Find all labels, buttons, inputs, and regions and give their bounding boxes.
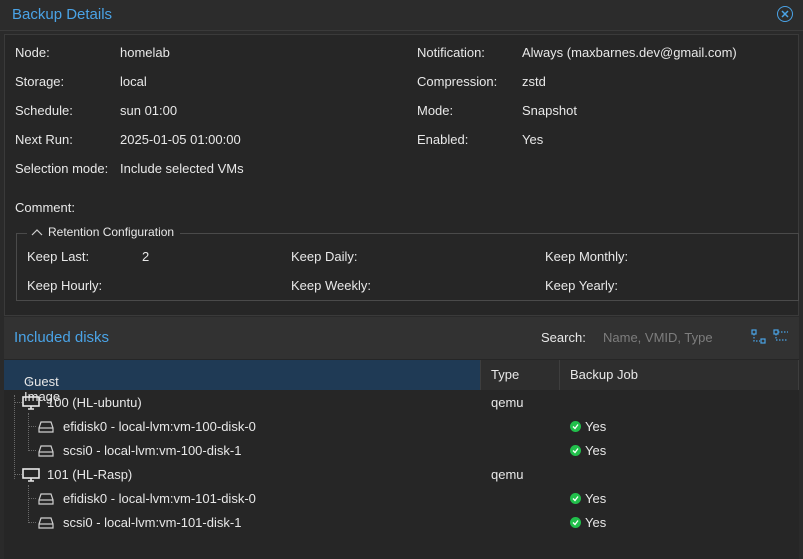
table-row-disk[interactable]: efidisk0 - local-lvm:vm-100-disk-0 Yes xyxy=(4,415,799,439)
expand-all-button[interactable] xyxy=(751,328,769,346)
schedule-label: Schedule: xyxy=(15,103,73,118)
disk-icon xyxy=(38,493,54,505)
column-header-label: Backup Job xyxy=(570,367,638,382)
next-run-label: Next Run: xyxy=(15,132,73,147)
guest-type: qemu xyxy=(491,395,524,410)
selection-mode-label: Selection mode: xyxy=(15,161,109,176)
column-header-guest-image[interactable]: Guest Image ↑ xyxy=(4,360,481,404)
mode-label: Mode: xyxy=(417,103,454,118)
enabled-value: Yes xyxy=(522,132,544,147)
table-row-vm-100[interactable]: 100 (HL-ubuntu) qemu xyxy=(4,391,799,415)
monitor-icon xyxy=(22,468,40,482)
table-row-disk[interactable]: scsi0 - local-lvm:vm-100-disk-1 Yes xyxy=(4,439,799,463)
keep-monthly-label: Keep Monthly: xyxy=(545,249,629,264)
close-button[interactable] xyxy=(777,6,793,22)
backup-job-label: Yes xyxy=(585,491,607,506)
collapse-all-button[interactable] xyxy=(773,328,791,346)
table-row-disk[interactable]: efidisk0 - local-lvm:vm-101-disk-0 Yes xyxy=(4,487,799,511)
check-icon xyxy=(570,445,581,456)
backup-details-panel: Node: homelab Storage: local Schedule: s… xyxy=(4,34,799,316)
column-header-label: Type xyxy=(491,367,520,382)
table-row-disk[interactable]: scsi0 - local-lvm:vm-101-disk-1 Yes xyxy=(4,511,799,535)
backup-job-label: Yes xyxy=(585,515,607,530)
guest-image-name: scsi0 - local-lvm:vm-100-disk-1 xyxy=(63,443,242,458)
collapse-icon xyxy=(31,229,43,236)
grid-toolbar: Included disks Search: xyxy=(4,317,799,359)
sort-asc-icon: ↑ xyxy=(26,374,33,389)
backup-job-status: Yes xyxy=(570,419,606,434)
schedule-value: sun 01:00 xyxy=(120,103,178,118)
backup-job-status: Yes xyxy=(570,491,606,506)
search-label: Search: xyxy=(541,330,586,345)
check-icon xyxy=(570,517,581,528)
check-icon xyxy=(570,421,581,432)
backup-job-label: Yes xyxy=(585,443,607,458)
node-label: Node: xyxy=(15,45,50,60)
backup-job-label: Yes xyxy=(585,419,607,434)
keep-last-value: 2 xyxy=(142,249,150,264)
storage-value: local xyxy=(120,74,147,89)
backup-job-status: Yes xyxy=(570,515,606,530)
window-title: Backup Details xyxy=(12,6,113,23)
search-input[interactable] xyxy=(596,325,750,349)
grid-title: Included disks xyxy=(14,329,110,346)
retention-fieldset: Retention Configuration Keep Last: 2 Kee… xyxy=(16,225,799,301)
backup-job-status: Yes xyxy=(570,443,606,458)
compression-label: Compression: xyxy=(417,74,498,89)
disk-icon xyxy=(38,445,54,457)
close-icon xyxy=(781,10,789,18)
check-icon xyxy=(570,493,581,504)
node-value: homelab xyxy=(120,45,170,60)
retention-legend-toggle[interactable]: Retention Configuration xyxy=(27,225,181,239)
mode-value: Snapshot xyxy=(522,103,577,118)
comment-label: Comment: xyxy=(15,200,75,215)
selection-mode-value: Include selected VMs xyxy=(120,161,244,176)
notification-value: Always (maxbarnes.dev@gmail.com) xyxy=(522,45,737,60)
guest-image-name: 100 (HL-ubuntu) xyxy=(47,395,142,410)
compression-value: zstd xyxy=(522,74,546,89)
window-titlebar: Backup Details xyxy=(0,0,803,31)
disk-icon xyxy=(38,421,54,433)
keep-yearly-label: Keep Yearly: xyxy=(545,278,619,293)
guest-image-name: efidisk0 - local-lvm:vm-100-disk-0 xyxy=(63,419,256,434)
keep-last-label: Keep Last: xyxy=(27,249,90,264)
keep-hourly-label: Keep Hourly: xyxy=(27,278,103,293)
guest-image-name: 101 (HL-Rasp) xyxy=(47,467,133,482)
keep-daily-label: Keep Daily: xyxy=(291,249,358,264)
column-header-backup-job[interactable]: Backup Job xyxy=(560,360,799,390)
included-disks-panel: Included disks Search: Guest Image ↑ Typ… xyxy=(4,317,799,559)
guest-type: qemu xyxy=(491,467,524,482)
guest-image-name: efidisk0 - local-lvm:vm-101-disk-0 xyxy=(63,491,256,506)
storage-label: Storage: xyxy=(15,74,65,89)
collapse-tree-icon xyxy=(773,329,788,341)
enabled-label: Enabled: xyxy=(417,132,469,147)
expand-tree-icon xyxy=(751,329,766,344)
guest-image-name: scsi0 - local-lvm:vm-101-disk-1 xyxy=(63,515,242,530)
next-run-value: 2025-01-05 01:00:00 xyxy=(120,132,241,147)
disk-icon xyxy=(38,517,54,529)
retention-legend-label: Retention Configuration xyxy=(48,225,175,239)
notification-label: Notification: xyxy=(417,45,485,60)
table-row-vm-101[interactable]: 101 (HL-Rasp) qemu xyxy=(4,463,799,487)
monitor-icon xyxy=(22,396,40,410)
column-header-type[interactable]: Type xyxy=(481,360,560,390)
keep-weekly-label: Keep Weekly: xyxy=(291,278,371,293)
